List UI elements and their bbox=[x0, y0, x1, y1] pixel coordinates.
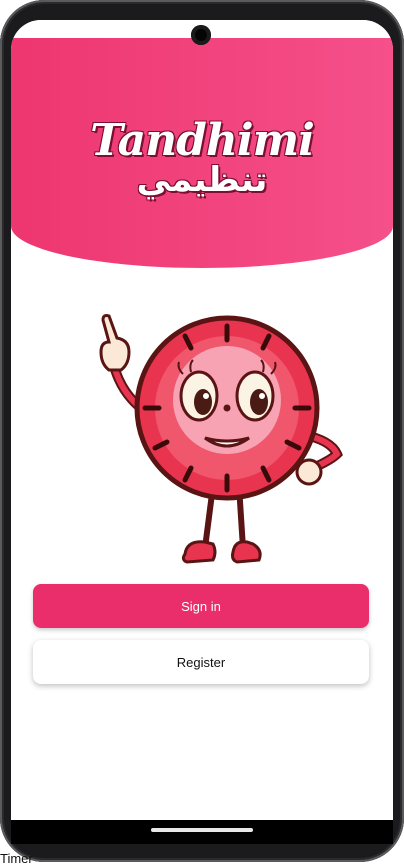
navigation-bar bbox=[11, 820, 393, 844]
phone-frame: Tandhimi تنظيمي Sign in Register bbox=[0, 0, 404, 862]
sign-in-button[interactable]: Sign in bbox=[33, 584, 369, 628]
app-screen: Tandhimi تنظيمي Sign in Register bbox=[11, 20, 393, 820]
header-banner: Tandhimi تنظيمي bbox=[11, 38, 393, 268]
tomato-timer-mascot-icon bbox=[99, 314, 343, 564]
logo-arabic-text: تنظيمي bbox=[136, 160, 268, 200]
register-button[interactable]: Register bbox=[33, 640, 369, 684]
front-camera bbox=[191, 25, 211, 45]
home-indicator[interactable] bbox=[151, 828, 253, 832]
timer-label: Timer bbox=[0, 851, 33, 866]
logo-latin-text: Tandhimi bbox=[90, 115, 315, 166]
app-logo: Tandhimi تنظيمي bbox=[11, 115, 393, 201]
